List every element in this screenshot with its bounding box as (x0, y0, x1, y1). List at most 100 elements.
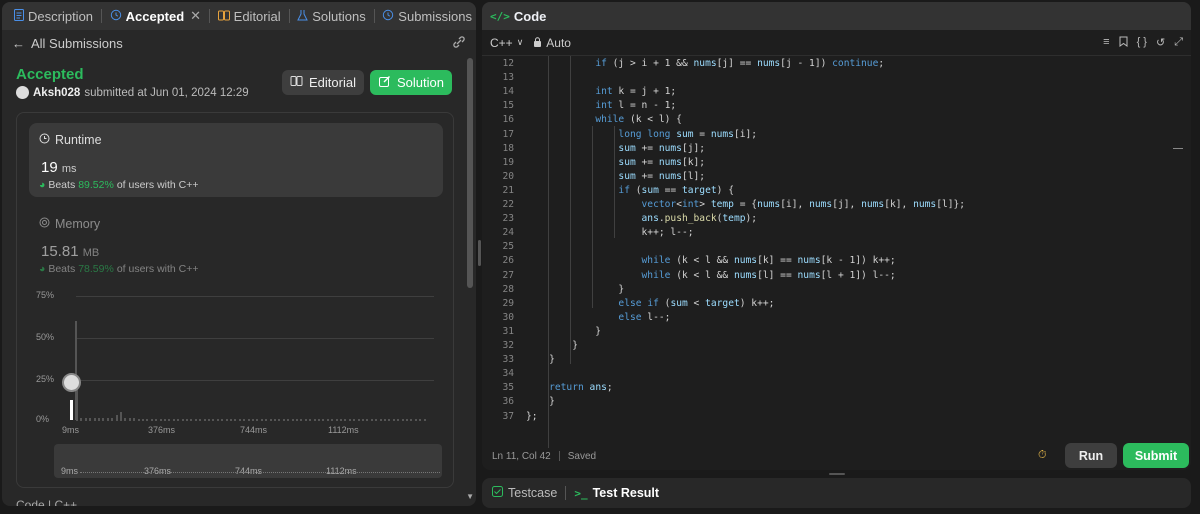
code-line[interactable]: 32 } (482, 339, 1182, 353)
braces-icon[interactable]: { } (1137, 36, 1147, 50)
avatar[interactable] (16, 86, 29, 99)
code-line[interactable]: 12 if (j > i + 1 && nums[j] == nums[j - … (482, 57, 1182, 71)
stopwatch-icon[interactable]: ⏱ (1038, 449, 1052, 463)
runtime-box[interactable]: Runtime 19 ms ◕ Beats 89.52% of users wi… (29, 123, 443, 197)
expand-icon[interactable]: ⤢ (1174, 36, 1183, 50)
code-line[interactable]: 20 sum += nums[l]; (482, 170, 1182, 184)
code-line[interactable]: 27 while (k < l && nums[l] == nums[l + 1… (482, 269, 1182, 283)
code-text: sum += nums[j]; (618, 142, 706, 154)
line-number: 29 (502, 297, 514, 309)
run-button[interactable]: Run (1065, 443, 1117, 468)
back-link[interactable]: ← All Submissions (12, 36, 123, 51)
code-text: } (526, 325, 602, 337)
line-number: 25 (502, 241, 514, 253)
tab-separator (373, 9, 375, 23)
code-line[interactable]: 16 while (k < l) { (482, 113, 1182, 127)
submitter-info: Aksh028 submitted at Jun 01, 2024 12:29 (16, 86, 249, 99)
editor-toolbar: C++ ∨ Auto ≡ { } ↺ ⤢ (482, 30, 1191, 56)
line-number: 31 (502, 325, 514, 337)
memory-unit: MB (82, 247, 100, 259)
code-line[interactable]: 21 if (sum == target) { (482, 184, 1182, 198)
autocomplete-toggle[interactable]: Auto (533, 36, 571, 50)
code-line[interactable]: 37}; (482, 410, 1182, 424)
code-line[interactable]: 23 ans.push_back(temp); (482, 212, 1182, 226)
scroll-down-icon[interactable]: ▼ (466, 492, 474, 501)
test-tabbar: Testcase >_ Test Result (482, 478, 1191, 508)
tab-label: Accepted (125, 8, 185, 24)
code-line[interactable]: 13 (482, 71, 1182, 85)
performance-card: Runtime 19 ms ◕ Beats 89.52% of users wi… (16, 112, 454, 488)
memory-title: Memory (55, 217, 101, 231)
tab-accepted[interactable]: Accepted ✕ (106, 8, 205, 24)
code-line[interactable]: 28 } (482, 283, 1182, 297)
code-line[interactable]: 34 (482, 367, 1182, 381)
flask-icon (297, 9, 309, 24)
code-line[interactable]: 19 sum += nums[k]; (482, 156, 1182, 170)
tab-test-result-label: Test Result (592, 486, 660, 500)
runtime-beats-suffix: of users with C++ (116, 179, 199, 191)
line-number: 28 (502, 283, 514, 295)
runtime-beats: ◕ Beats 89.52% of users with C++ (39, 179, 199, 191)
line-number: 16 (502, 114, 514, 126)
code-line[interactable]: 26 while (k < l && nums[k] == nums[k - 1… (482, 254, 1182, 268)
code-line[interactable]: 15 int l = n - 1; (482, 99, 1182, 113)
code-line[interactable]: 14 int k = j + 1; (482, 85, 1182, 99)
tab-separator (288, 9, 290, 23)
submit-button[interactable]: Submit (1123, 443, 1189, 468)
panel-resizer[interactable] (478, 2, 481, 506)
chip-icon (39, 217, 50, 231)
code-editor[interactable]: 12 if (j > i + 1 && nums[j] == nums[j - … (482, 56, 1191, 448)
left-scrollbar[interactable] (467, 58, 473, 498)
memory-beats-prefix: Beats (48, 263, 76, 275)
resizer-grip[interactable] (478, 240, 481, 266)
link-icon[interactable] (452, 35, 466, 52)
tab-testcase[interactable]: Testcase (492, 486, 557, 500)
code-line[interactable]: 35 return ans; (482, 381, 1182, 395)
memory-box[interactable]: Memory 15.81 MB ◕ Beats 78.59% of users … (29, 207, 443, 281)
book-icon (290, 75, 303, 90)
code-line[interactable]: 36 } (482, 395, 1182, 409)
close-icon[interactable]: ✕ (190, 8, 201, 24)
code-line[interactable]: 18 sum += nums[j]; (482, 142, 1182, 156)
submitter-name[interactable]: Aksh028 (33, 87, 80, 99)
tab-description[interactable]: Description (10, 8, 97, 24)
language-select[interactable]: C++ ∨ (490, 36, 523, 50)
code-text: else if (sum < target) k++; (618, 297, 775, 309)
code-line[interactable]: 24 k++; l--; (482, 226, 1182, 240)
runtime-title: Runtime (55, 133, 102, 147)
bookmark-icon[interactable] (1119, 36, 1128, 50)
runtime-header: Runtime (39, 133, 102, 147)
code-line[interactable]: 22 vector<int> temp = {nums[i], nums[j],… (482, 198, 1182, 212)
code-text: long long sum = nums[i]; (618, 128, 758, 140)
leetcode-beats-icon: ◕ (39, 263, 46, 275)
code-line[interactable]: 29 else if (sum < target) k++; (482, 297, 1182, 311)
format-icon[interactable]: ≡ (1103, 36, 1109, 50)
code-line[interactable]: 30 else l--; (482, 311, 1182, 325)
tab-solutions[interactable]: Solutions (293, 9, 369, 24)
clock-icon (39, 133, 50, 147)
scroll-thumb[interactable] (467, 58, 473, 288)
history-icon (382, 9, 394, 24)
code-line[interactable]: 33 } (482, 353, 1182, 367)
tab-editorial[interactable]: Editorial (214, 9, 285, 24)
indent-guide (614, 126, 615, 238)
code-text: sum += nums[k]; (618, 156, 706, 168)
horizontal-resizer[interactable] (829, 473, 845, 475)
status-separator (558, 451, 560, 461)
reset-icon[interactable]: ↺ (1156, 36, 1165, 50)
code-text: }; (526, 410, 538, 422)
code-line[interactable]: 31 } (482, 325, 1182, 339)
range-tick-label: 744ms (235, 466, 263, 476)
code-text: if (j > i + 1 && nums[j] == nums[j - 1])… (595, 58, 885, 69)
editorial-button[interactable]: Editorial (282, 70, 364, 95)
solution-button[interactable]: Solution (370, 70, 452, 95)
tab-test-result[interactable]: >_ Test Result (574, 486, 659, 500)
line-number: 33 (502, 354, 514, 366)
line-number: 18 (502, 142, 514, 154)
code-line[interactable]: 17 long long sum = nums[i]; (482, 128, 1182, 142)
description-panel: Description Accepted ✕ Editorial Solutions Su… (2, 2, 476, 506)
range-slider[interactable]: 9ms 376ms 744ms 1112ms (54, 444, 442, 478)
code-line[interactable]: 25 (482, 240, 1182, 254)
checkbox-icon (492, 486, 503, 500)
tab-submissions[interactable]: Submissions (378, 9, 476, 24)
